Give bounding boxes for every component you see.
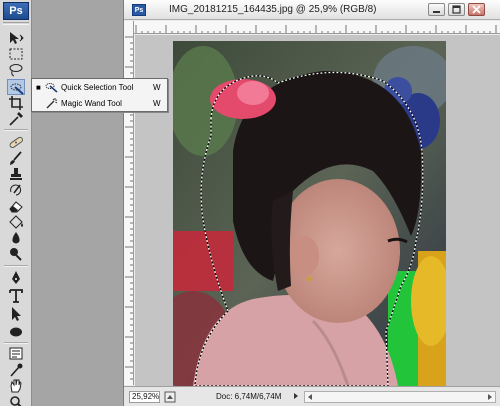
minimize-icon [433, 11, 440, 13]
zoom-icon[interactable] [7, 394, 25, 406]
flyout-item-shortcut: W [153, 99, 161, 108]
flyout-item-label: Quick Selection Tool [61, 83, 134, 92]
vertical-ruler-ticks [125, 36, 133, 380]
status-bar: 25,92% Doc: 6,74M/6,74M [124, 386, 500, 406]
document-status-icon[interactable] [164, 391, 176, 403]
flyout-item-label: Magic Wand Tool [61, 99, 122, 108]
flyout-item-shortcut: W [153, 83, 161, 92]
hand-icon[interactable] [7, 378, 25, 394]
zoom-level-field[interactable]: 25,92% [129, 391, 160, 403]
toolbox-divider [4, 129, 28, 131]
document-titlebar[interactable]: Ps IMG_20181215_164435.jpg @ 25,9% (RGB/… [124, 0, 500, 20]
maximize-button[interactable] [448, 3, 465, 16]
flyout-item-magic-wand[interactable]: Magic Wand Tool W [32, 96, 167, 112]
note-icon[interactable] [7, 346, 25, 362]
history-brush-icon[interactable] [7, 182, 25, 198]
document-window: Ps IMG_20181215_164435.jpg @ 25,9% (RGB/… [123, 0, 500, 406]
blur-drop-icon[interactable] [7, 230, 25, 246]
arrow-icon[interactable] [7, 306, 25, 322]
vertical-ruler[interactable] [124, 21, 134, 385]
document-app-icon: Ps [132, 4, 146, 16]
close-button[interactable] [468, 3, 485, 16]
dropper-icon[interactable] [7, 362, 25, 378]
eraser-icon[interactable] [7, 198, 25, 214]
photoshop-logo: Ps [3, 2, 29, 20]
photo-canvas[interactable] [173, 41, 446, 386]
close-icon [472, 5, 481, 14]
canvas-area[interactable] [135, 35, 500, 386]
document-title: IMG_20181215_164435.jpg @ 25,9% (RGB/8) [169, 4, 377, 15]
magic-wand-icon [45, 98, 58, 109]
quick-selection-icon [45, 82, 58, 93]
maximize-icon [452, 5, 461, 14]
quick-selection-icon[interactable] [7, 79, 25, 95]
pen-icon[interactable] [7, 270, 25, 286]
toolbox-divider [4, 265, 28, 267]
dodge-icon[interactable] [7, 246, 25, 262]
status-menu-arrow-icon[interactable] [292, 392, 300, 400]
toolbox-divider [4, 342, 28, 344]
minimize-button[interactable] [428, 3, 445, 16]
toolbox-panel: Ps [0, 0, 32, 406]
selected-bullet-icon: ■ [36, 83, 41, 92]
horizontal-ruler-ticks [135, 25, 497, 33]
brush-icon[interactable] [7, 150, 25, 166]
photoshop-window: Ps ■ Quick Selection Tool W Magic Wand T… [0, 0, 500, 406]
stamp-icon[interactable] [7, 166, 25, 182]
toolbox-grip[interactable] [3, 22, 29, 25]
scroll-left-icon[interactable] [306, 393, 315, 401]
type-icon[interactable] [7, 288, 25, 304]
lasso-icon[interactable] [7, 62, 25, 78]
document-size-info: Doc: 6,74M/6,74M [216, 392, 282, 401]
selection-tool-flyout: ■ Quick Selection Tool W Magic Wand Tool… [31, 78, 168, 112]
move-icon[interactable] [7, 30, 25, 46]
bandage-icon[interactable] [7, 134, 25, 150]
horizontal-ruler[interactable] [134, 21, 500, 34]
eyedropper-icon[interactable] [7, 111, 25, 127]
flyout-item-quick-selection[interactable]: ■ Quick Selection Tool W [32, 80, 167, 96]
rect-marquee-icon[interactable] [7, 46, 25, 62]
scroll-right-icon[interactable] [485, 393, 494, 401]
ellipse-icon[interactable] [7, 324, 25, 340]
crop-icon[interactable] [7, 95, 25, 111]
photo-image [173, 41, 446, 386]
bucket-icon[interactable] [7, 214, 25, 230]
horizontal-scrollbar[interactable] [304, 391, 496, 403]
